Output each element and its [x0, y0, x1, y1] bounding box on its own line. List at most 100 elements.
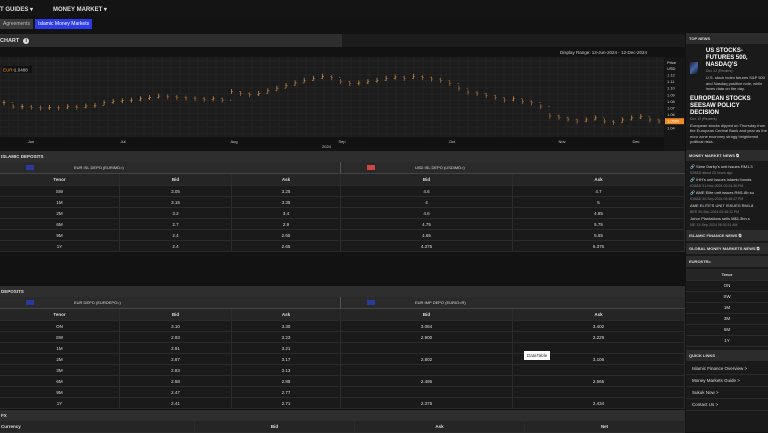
info-icon[interactable]: i — [23, 37, 30, 44]
table-row[interactable]: SW 3.05 3.25 4.6 4.7 — [0, 186, 685, 197]
tenor-row[interactable]: SW — [686, 291, 768, 303]
year-label: 2024 — [322, 144, 332, 149]
x-tick-label: Aug — [230, 139, 237, 144]
mm-news-title[interactable]: AME ELITE'S UNIT ISSUES RM1.8 — [690, 203, 753, 208]
fx-col-ask[interactable]: Ask — [355, 421, 525, 432]
news-thumbnail — [690, 62, 698, 74]
quick-link[interactable]: Islamic Finance Overview > — [686, 363, 768, 375]
table-row[interactable]: 1Y 2.4 2.65 4.375 5.375 — [0, 241, 685, 252]
mm-news-title[interactable]: Sime Darby's unit issues RM1.3 — [696, 164, 753, 169]
table-cell — [341, 343, 513, 353]
external-link-icon: ⧉ — [756, 245, 760, 251]
table-cell: 3.30 — [232, 321, 341, 331]
mm-news-title[interactable]: IHH's unit issues Islamic bonds — [696, 177, 751, 182]
y-tick-label: 1.10 — [667, 86, 676, 91]
tenor-row[interactable]: 3M — [686, 313, 768, 325]
table-row[interactable]: 1M 2.91 3.21 — [0, 343, 685, 354]
islamic-finance-news-header[interactable]: ISLAMIC FINANCE NEWS ⧉ — [686, 229, 768, 241]
quick-link[interactable]: Sukuk Now > — [686, 387, 768, 399]
tenor-row[interactable]: 6M — [686, 324, 768, 336]
column-header[interactable]: Ask — [513, 309, 685, 320]
table-row[interactable]: SW 2.93 3.23 2.900 3.229 — [0, 332, 685, 343]
column-header[interactable]: Bid — [341, 174, 513, 185]
nav-guides[interactable]: T GUIDES ▾ — [0, 6, 33, 13]
table-row[interactable]: 1M 3.15 3.35 4 5 — [0, 197, 685, 208]
column-header[interactable]: Tenor — [0, 309, 120, 320]
table-cell: 2.77 — [232, 387, 341, 397]
column-header[interactable]: Ask — [232, 174, 341, 185]
table-cell: 3.402 — [513, 321, 685, 331]
external-link-icon: ⧉ — [736, 152, 739, 158]
table-row[interactable]: ON 3.10 3.30 3.084 3.402 — [0, 321, 685, 332]
table-cell: 2.900 — [341, 332, 513, 342]
table-cell: 2.93 — [120, 332, 232, 342]
table-row[interactable]: 6M 2.7 2.9 4.75 5.75 — [0, 219, 685, 230]
table-cell: 5 — [513, 197, 685, 207]
quick-link[interactable]: Money Markets Guide > — [686, 375, 768, 387]
table-cell: 2.565 — [513, 376, 685, 386]
news-title[interactable]: EUROPEAN STOCKS SEESAW POLICY DECISION — [690, 96, 768, 117]
money-market-news-header[interactable]: MONEY MARKET NEWS ⧉ — [686, 149, 768, 161]
mm-news-title[interactable]: Johor Plantations sells M$1.3bn s — [690, 216, 750, 221]
table-cell: 2.41 — [120, 398, 232, 408]
column-header[interactable]: Ask — [513, 174, 685, 185]
table-cell: 5.65 — [513, 230, 685, 240]
x-tick-label: Oct — [449, 139, 456, 144]
mm-news-item[interactable]: AME ELITE'S UNIT ISSUES RM1.8 — [686, 202, 768, 209]
fx-header: FX — [0, 410, 685, 421]
price-chart[interactable]: EUR= 1.0488 Price USD 1.121.111.101.091.… — [0, 57, 685, 151]
news-item[interactable]: EUROPEAN STOCKS SEESAW POLICY DECISION D… — [686, 92, 768, 145]
table-cell: 4.75 — [341, 219, 513, 229]
deposits-table: EUR DEPO (EURDEPO=) EUR IMP DEPO (EURIO=… — [0, 297, 685, 409]
table-cell: ON — [0, 321, 120, 331]
column-header[interactable]: Ask — [232, 309, 341, 320]
tenor-row[interactable]: 1M — [686, 302, 768, 314]
column-header[interactable]: Bid — [120, 309, 232, 320]
table-row[interactable]: 6M 2.58 2.88 2.486 2.565 — [0, 376, 685, 387]
eu-flag-icon — [26, 300, 34, 305]
news-item[interactable]: US STOCKS-FUTURES 500, NASDAQ'S Dec 12 (… — [686, 46, 768, 92]
tab-agreements[interactable]: Agreements — [0, 19, 33, 29]
mm-news-title[interactable]: AME Elite unit issues RM1.8b su — [696, 190, 754, 195]
table-cell: 2.434 — [513, 398, 685, 408]
table-cell: 2.47 — [120, 387, 232, 397]
tab-islamic-money-markets[interactable]: Islamic Money Markets — [34, 19, 93, 29]
mm-news-item[interactable]: 🔗 IHH's unit issues Islamic bonds — [686, 176, 768, 183]
table-cell: 3.21 — [232, 343, 341, 353]
nav-money-market[interactable]: MONEY MARKET ▾ — [53, 6, 107, 13]
news-title[interactable]: US STOCKS-FUTURES 500, NASDAQ'S — [706, 48, 768, 69]
news-body: U.S. stock index futures S&P 500 and Nas… — [705, 75, 765, 91]
mm-news-item[interactable]: 🔗 Sime Darby's unit issues RM1.3 — [686, 163, 768, 170]
table-cell: 4.6 — [341, 186, 513, 196]
column-header[interactable]: Bid — [341, 309, 513, 320]
us-flag-icon — [367, 165, 375, 170]
table-row[interactable]: 3M 2.83 3.13 — [0, 365, 685, 376]
table-cell: 3.2 — [120, 208, 232, 218]
table-row[interactable]: 9M 2.47 2.77 — [0, 387, 685, 398]
table-row[interactable]: 9M 2.4 2.65 4.65 5.65 — [0, 230, 685, 241]
column-header[interactable]: Bid — [120, 174, 232, 185]
table-cell: 2.65 — [232, 241, 341, 251]
table-row[interactable]: 1Y 2.41 2.71 2.375 2.434 — [0, 398, 685, 409]
fx-col-bid[interactable]: Bid — [195, 421, 355, 432]
fx-col-net[interactable]: Net — [525, 421, 685, 432]
quick-link[interactable]: Contact Us > — [686, 399, 768, 411]
global-money-markets-news-header[interactable]: GLOBAL MONEY MARKETS NEWS ⧉ — [686, 242, 768, 254]
tenor-row[interactable]: 1Y — [686, 335, 768, 347]
tenor-row[interactable]: ON — [686, 280, 768, 292]
column-header[interactable]: Tenor — [0, 174, 120, 185]
tenor-header[interactable]: Tenor — [686, 268, 768, 281]
price-axis-currency: USD — [667, 66, 676, 71]
sidebar: TOP NEWS US STOCKS-FUTURES 500, NASDAQ'S… — [686, 33, 768, 432]
fx-col-currency[interactable]: Currency — [0, 421, 195, 432]
table-cell: 3.13 — [232, 365, 341, 375]
mm-news-item[interactable]: 🔗 AME Elite unit issues RM1.8b su — [686, 189, 768, 196]
table-cell: 2.7 — [120, 219, 232, 229]
table-cell: 2.83 — [120, 365, 232, 375]
table-cell: 2.802 — [341, 354, 513, 364]
table-cell: 4.375 — [341, 241, 513, 251]
table-row[interactable]: 2M 3.2 3.4 4.6 4.85 — [0, 208, 685, 219]
y-tick-label: 1.07 — [667, 106, 676, 111]
table-row[interactable]: 2M 2.87 3.17 2.802 3.106 — [0, 354, 685, 365]
mm-news-item[interactable]: Johor Plantations sells M$1.3bn s — [686, 215, 768, 222]
